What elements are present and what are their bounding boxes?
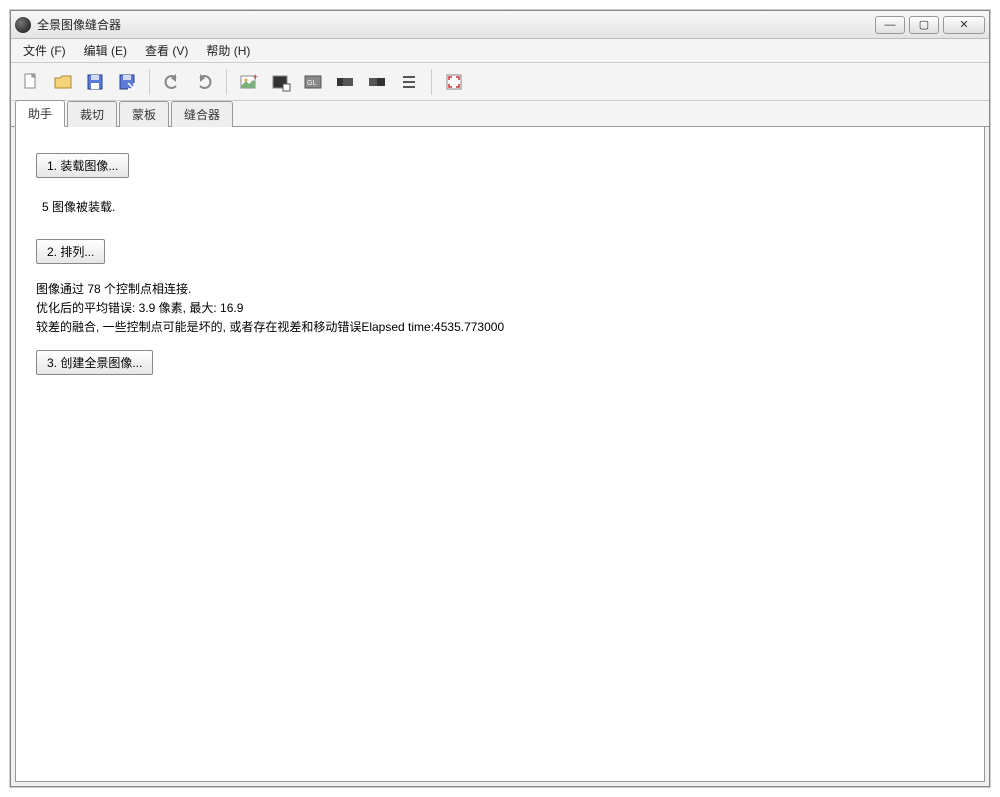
new-file-icon <box>21 72 41 92</box>
loaded-status-text: 5 图像被装载. <box>42 198 964 215</box>
tab-bar: 助手 裁切 蒙板 缝合器 <box>11 101 989 127</box>
svg-text:+: + <box>253 72 258 82</box>
fullscreen-icon <box>444 72 464 92</box>
toolbar-save-button[interactable] <box>81 68 109 96</box>
toolbar-redo-button[interactable] <box>190 68 218 96</box>
align-info-line1: 图像通过 78 个控制点相连接. <box>36 280 964 299</box>
toolbar-undo-button[interactable] <box>158 68 186 96</box>
toolbar: + GL <box>11 63 989 101</box>
save-icon <box>85 72 105 92</box>
image-settings-icon <box>271 72 291 92</box>
menu-view[interactable]: 查看 (V) <box>137 39 196 62</box>
toolbar-saveas-button[interactable] <box>113 68 141 96</box>
panorama2-icon <box>367 72 387 92</box>
gl-preview-icon: GL <box>303 72 323 92</box>
maximize-icon: ▢ <box>919 18 929 31</box>
title-bar: 全景图像缝合器 — ▢ ✕ <box>11 11 989 39</box>
menu-bar: 文件 (F) 编辑 (E) 查看 (V) 帮助 (H) <box>11 39 989 63</box>
align-info-line3: 较差的融合, 一些控制点可能是坏的, 或者存在视差和移动错误Elapsed ti… <box>36 318 964 337</box>
toolbar-separator <box>431 69 432 95</box>
toolbar-separator <box>149 69 150 95</box>
toolbar-separator <box>226 69 227 95</box>
assistant-panel: 1. 装载图像... 5 图像被装载. 2. 排列... 图像通过 78 个控制… <box>15 127 985 782</box>
tab-crop[interactable]: 裁切 <box>67 101 117 127</box>
menu-help[interactable]: 帮助 (H) <box>198 39 258 62</box>
app-window: 全景图像缝合器 — ▢ ✕ 文件 (F) 编辑 (E) 查看 (V) 帮助 (H… <box>10 10 990 787</box>
toolbar-pano1-button[interactable] <box>331 68 359 96</box>
open-folder-icon <box>53 72 73 92</box>
panorama-icon <box>335 72 355 92</box>
toolbar-new-button[interactable] <box>17 68 45 96</box>
undo-icon <box>162 72 182 92</box>
load-images-button[interactable]: 1. 装载图像... <box>36 153 129 178</box>
minimize-icon: — <box>885 19 896 31</box>
toolbar-list-button[interactable] <box>395 68 423 96</box>
redo-icon <box>194 72 214 92</box>
add-image-icon: + <box>239 72 259 92</box>
list-icon <box>399 72 419 92</box>
toolbar-fullscreen-button[interactable] <box>440 68 468 96</box>
maximize-button[interactable]: ▢ <box>909 16 939 34</box>
saveas-icon <box>117 72 137 92</box>
toolbar-gl-preview-button[interactable]: GL <box>299 68 327 96</box>
close-button[interactable]: ✕ <box>943 16 985 34</box>
toolbar-open-button[interactable] <box>49 68 77 96</box>
close-icon: ✕ <box>959 18 968 31</box>
tab-mask[interactable]: 蒙板 <box>119 101 169 127</box>
toolbar-image-settings-button[interactable] <box>267 68 295 96</box>
align-button[interactable]: 2. 排列... <box>36 239 105 264</box>
align-info-line2: 优化后的平均错误: 3.9 像素, 最大: 16.9 <box>36 299 964 318</box>
toolbar-add-image-button[interactable]: + <box>235 68 263 96</box>
align-info-block: 图像通过 78 个控制点相连接. 优化后的平均错误: 3.9 像素, 最大: 1… <box>36 280 964 338</box>
svg-text:GL: GL <box>307 80 316 87</box>
tab-stitcher[interactable]: 缝合器 <box>171 101 233 127</box>
tab-assistant[interactable]: 助手 <box>15 100 65 127</box>
create-panorama-button[interactable]: 3. 创建全景图像... <box>36 350 153 375</box>
menu-edit[interactable]: 编辑 (E) <box>76 39 135 62</box>
toolbar-pano2-button[interactable] <box>363 68 391 96</box>
window-buttons: — ▢ ✕ <box>875 16 985 34</box>
menu-file[interactable]: 文件 (F) <box>15 39 74 62</box>
window-title: 全景图像缝合器 <box>37 16 121 33</box>
app-icon <box>15 17 31 33</box>
minimize-button[interactable]: — <box>875 16 905 34</box>
